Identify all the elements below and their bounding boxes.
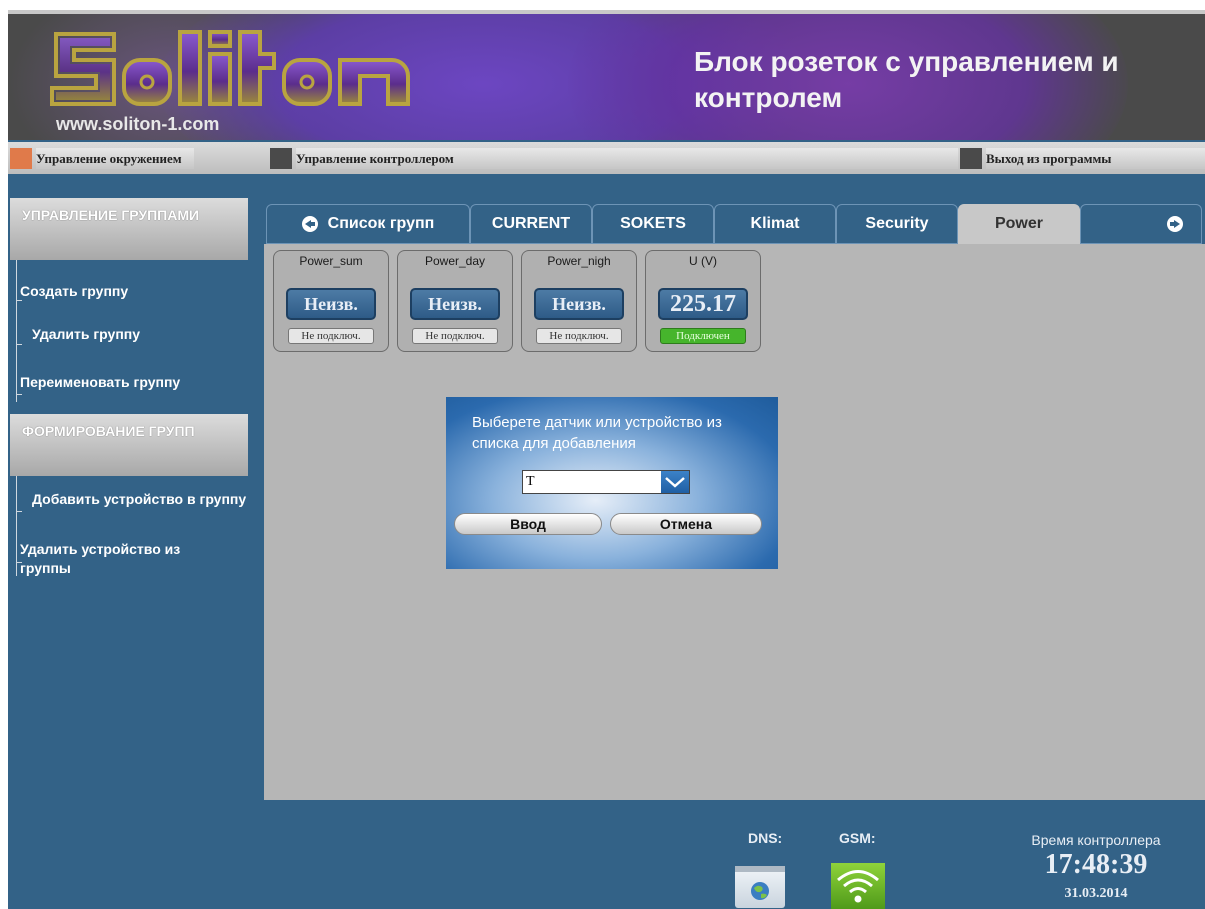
sensor-value: Неизв. [534, 288, 624, 320]
sidebar-item-rename-group[interactable]: Переименовать группу [20, 374, 180, 390]
menu-label: Выход из программы [986, 148, 1205, 169]
globe-icon [735, 866, 785, 908]
sidebar-item-create-group[interactable]: Создать группу [20, 283, 128, 299]
tab-bar: Список групп CURRENT SOKETS Klimat Secur… [264, 200, 1205, 244]
sensor-card[interactable]: Power_sum Неизв. Не подключ. [273, 250, 389, 352]
tab-next[interactable] [1080, 204, 1202, 244]
tab-current[interactable]: CURRENT [470, 204, 592, 244]
tab-klimat[interactable]: Klimat [714, 204, 836, 244]
top-menubar: Управление окружением Управление контрол… [8, 142, 1205, 174]
sensor-status: Подключен [660, 328, 746, 344]
chevron-down-icon[interactable] [661, 471, 689, 493]
sensor-value: Неизв. [286, 288, 376, 320]
sensor-value: Неизв. [410, 288, 500, 320]
menu-exit-program[interactable]: Выход из программы [960, 148, 1205, 169]
controller-time: 17:48:39 [1044, 849, 1148, 880]
soliton-logo [50, 30, 410, 106]
header-banner: www.soliton-1.com Блок розеток с управле… [8, 14, 1205, 140]
menu-label: Управление контроллером [296, 148, 958, 169]
sidebar-item-remove-device[interactable]: Удалить устройство из группы [20, 540, 220, 578]
sensor-card[interactable]: Power_nigh Неизв. Не подключ. [521, 250, 637, 352]
menu-marker-icon [10, 148, 32, 169]
menu-marker-icon [960, 148, 982, 169]
tab-power[interactable]: Power [958, 204, 1080, 244]
sensor-value: 225.17 [658, 288, 748, 320]
sidebar-item-delete-group[interactable]: Удалить группу [32, 326, 140, 342]
tab-sokets[interactable]: SOKETS [592, 204, 714, 244]
sensor-status: Не подключ. [288, 328, 374, 344]
dialog-message: Выберете датчик или устройство из списка… [472, 414, 722, 452]
sensor-name: Power_sum [299, 254, 363, 268]
sensor-name: Power_nigh [547, 254, 611, 268]
menu-marker-icon [270, 148, 292, 169]
arrow-right-icon [1167, 216, 1183, 232]
website-url: www.soliton-1.com [56, 114, 220, 134]
sidebar-section-group-forming: ФОРМИРОВАНИЕ ГРУПП [10, 414, 248, 476]
enter-button[interactable]: Ввод [454, 513, 602, 535]
controller-time-label: Время контроллера [1031, 832, 1161, 848]
device-select[interactable]: T [522, 470, 690, 494]
menu-controller-control[interactable]: Управление контроллером [270, 148, 958, 169]
sidebar-item-add-device[interactable]: Добавить устройство в группу [32, 491, 264, 507]
dns-label: DNS: [748, 830, 783, 846]
app-window: www.soliton-1.com Блок розеток с управле… [8, 14, 1205, 909]
wifi-signal-icon [831, 863, 885, 909]
cancel-button[interactable]: Отмена [610, 513, 762, 535]
add-device-dialog: Выберете датчик или устройство из списка… [446, 397, 778, 569]
menu-environment-control[interactable]: Управление окружением [10, 148, 194, 169]
sensor-status: Не подключ. [536, 328, 622, 344]
controller-date: 31.03.2014 [1064, 886, 1128, 901]
device-select-value: T [526, 474, 535, 489]
page-title: Блок розеток с управлением и контролем [694, 46, 1119, 113]
sensor-status: Не подключ. [412, 328, 498, 344]
sensor-card[interactable]: Power_day Неизв. Не подключ. [397, 250, 513, 352]
tab-group-list-back[interactable]: Список групп [266, 204, 470, 244]
sensor-name: Power_day [424, 254, 486, 268]
sensor-card[interactable]: U (V) 225.17 Подключен [645, 250, 761, 352]
sensor-name: U (V) [689, 254, 717, 268]
arrow-left-icon [301, 216, 318, 232]
tab-security[interactable]: Security [836, 204, 958, 244]
sidebar-section-group-management: УПРАВЛЕНИЕ ГРУППАМИ [10, 198, 248, 260]
gsm-label: GSM: [839, 830, 876, 846]
menu-label: Управление окружением [36, 148, 194, 169]
